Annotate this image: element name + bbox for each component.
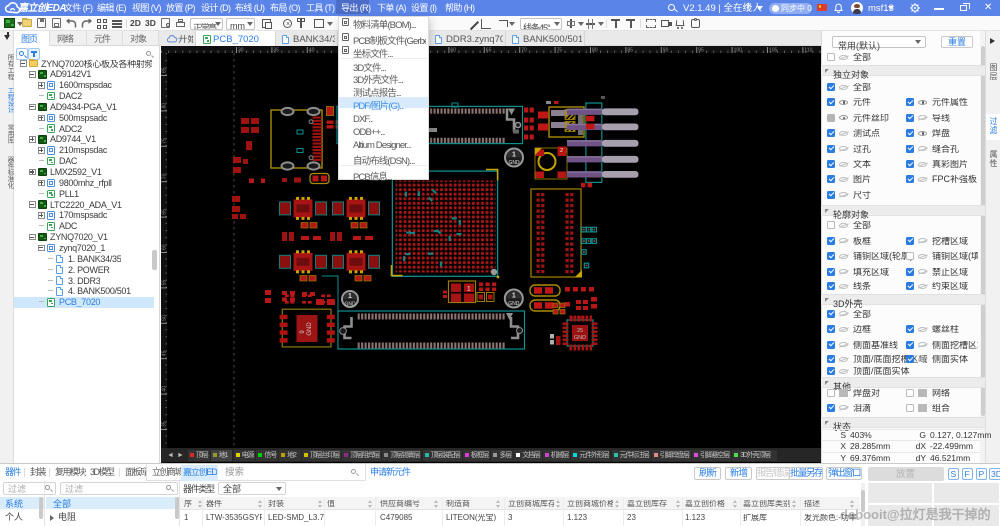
svg-text:40: 40 xyxy=(162,386,168,392)
svg-text:95: 95 xyxy=(698,48,704,54)
svg-text:60: 60 xyxy=(162,244,168,250)
svg-text:110: 110 xyxy=(804,48,812,54)
svg-text:65: 65 xyxy=(486,48,492,54)
svg-text:45: 45 xyxy=(162,350,168,356)
svg-text:25: 25 xyxy=(577,328,583,334)
svg-text:70: 70 xyxy=(162,173,168,179)
svg-text:1: 1 xyxy=(348,293,352,300)
svg-text:55: 55 xyxy=(162,280,168,286)
svg-text:65: 65 xyxy=(162,209,168,215)
svg-text:80: 80 xyxy=(592,48,598,54)
svg-text:40: 40 xyxy=(309,48,315,54)
svg-text:75: 75 xyxy=(557,48,563,54)
svg-text:2: 2 xyxy=(560,148,563,154)
svg-text:1: 1 xyxy=(512,293,516,300)
svg-text:75: 75 xyxy=(162,138,168,144)
svg-text:GND: GND xyxy=(344,302,356,308)
svg-text:105: 105 xyxy=(769,48,778,54)
svg-text:30: 30 xyxy=(238,48,244,54)
svg-text:GND: GND xyxy=(307,322,313,336)
svg-text:85: 85 xyxy=(627,48,633,54)
svg-text:80: 80 xyxy=(162,103,168,109)
svg-text:GND: GND xyxy=(508,160,520,166)
svg-text:GND: GND xyxy=(508,301,520,307)
svg-text:50: 50 xyxy=(162,315,168,321)
svg-text:1: 1 xyxy=(512,152,516,159)
svg-text:1: 1 xyxy=(467,286,471,293)
svg-text:35: 35 xyxy=(273,48,279,54)
svg-text:GND: GND xyxy=(574,335,586,341)
svg-text:35: 35 xyxy=(162,421,168,427)
svg-text:70: 70 xyxy=(521,48,527,54)
svg-text:100: 100 xyxy=(734,48,743,54)
svg-text:60: 60 xyxy=(450,48,456,54)
svg-text:85: 85 xyxy=(162,67,168,73)
svg-text:90: 90 xyxy=(663,48,669,54)
